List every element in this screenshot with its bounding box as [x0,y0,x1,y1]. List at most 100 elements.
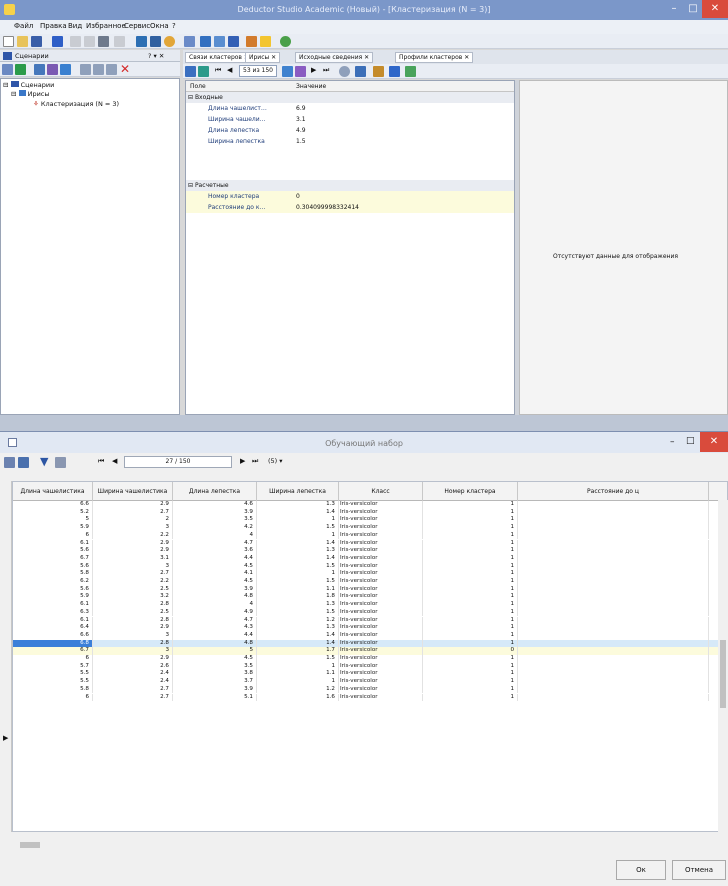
table-cell[interactable]: 1.8 [257,593,339,602]
table-cell[interactable]: 4.9 [173,608,257,617]
table-cell[interactable] [518,631,709,640]
table-cell[interactable]: 1 [423,655,518,663]
table-row[interactable]: 6.1 2.8 4.7 1.2 Iris-versicolor 1 [13,616,727,625]
table-cell[interactable]: 1 [423,639,518,648]
table-cell[interactable]: 3 [93,631,173,640]
table-cell[interactable]: 6 [13,531,93,540]
table-row[interactable]: 5.8 2.7 3.9 1.2 Iris-versicolor 1 [13,685,727,694]
table-cell[interactable]: 0 [423,647,518,655]
table-cell[interactable]: Iris-versicolor [339,647,423,655]
view-grid-icon[interactable] [185,66,196,77]
table-cell[interactable]: 5.6 [13,585,93,594]
table-cell[interactable] [518,531,709,540]
table-cell[interactable]: 2.4 [93,678,173,686]
delete-icon[interactable]: ✕ [120,62,130,76]
table-cell[interactable]: 5.5 [13,670,93,679]
table-cell[interactable] [518,601,709,609]
table-cell[interactable]: 3 [93,647,173,655]
table-cell[interactable]: 6.1 [13,616,93,625]
table-cell[interactable] [518,624,709,632]
prop-row[interactable]: Ширина лепестка 1.5 [186,136,514,147]
export-icon[interactable] [34,64,45,75]
table-cell[interactable]: 2 [93,516,173,525]
filter-icon[interactable] [80,64,91,75]
prop-row[interactable]: Номер кластера 0 [186,191,514,202]
table-cell[interactable]: 1 [423,670,518,679]
scrollbar-thumb[interactable] [720,640,726,708]
table-cell[interactable] [518,647,709,655]
table-row[interactable]: 5.2 2.7 3.9 1.4 Iris-versicolor 1 [13,508,727,517]
import-icon[interactable] [15,64,26,75]
table-cell[interactable]: 1 [423,593,518,602]
table-cell[interactable] [518,578,709,586]
open-icon[interactable] [17,36,28,47]
search-icon[interactable] [339,66,350,77]
table-cell[interactable]: 1.4 [257,508,339,517]
table-cell[interactable]: 1 [423,631,518,640]
column-header[interactable]: Класс [339,482,423,501]
table-cell[interactable]: 3.9 [173,585,257,594]
position-field[interactable]: 27 / 150 [124,456,232,468]
menu-help[interactable]: ? [172,22,176,30]
find-icon[interactable] [114,36,125,47]
table-row[interactable]: 6.7 3.1 4.4 1.4 Iris-versicolor 1 [13,554,727,563]
table-cell[interactable]: 1.5 [257,655,339,663]
vertical-scrollbar[interactable] [718,500,728,832]
table-cell[interactable]: 6.8 [13,639,93,648]
table-cell[interactable] [518,685,709,694]
table-row[interactable]: 6.7 3 5 1.7 Iris-versicolor 0 [13,647,727,655]
menu-edit[interactable]: Правка [40,22,67,30]
settings-icon[interactable] [373,66,384,77]
process-icon[interactable] [47,64,58,75]
ok-button[interactable]: Ок [616,860,666,880]
table-cell[interactable]: 3 [93,562,173,571]
column-header[interactable]: Ширина чашелистика [93,482,173,501]
prev-button[interactable]: ◀ [112,457,117,465]
table-cell[interactable]: 1.1 [257,670,339,679]
menu-service[interactable]: Сервис [124,22,150,30]
table-cell[interactable]: 3.9 [173,508,257,517]
table-cell[interactable]: 5.8 [13,570,93,578]
table-cell[interactable]: 1.4 [257,539,339,548]
table-cell[interactable]: 2.6 [93,662,173,671]
table-row[interactable]: 5.6 3 4.5 1.5 Iris-versicolor 1 [13,562,727,571]
table-cell[interactable]: 2.2 [93,578,173,586]
table-cell[interactable]: 6.4 [13,624,93,632]
table-row[interactable]: 6 2.7 5.1 1.6 Iris-versicolor 1 [13,693,727,702]
table-row[interactable]: 6.1 2.8 4 1.3 Iris-versicolor 1 [13,601,727,609]
table-cell[interactable]: Iris-versicolor [339,578,423,586]
first-record-button[interactable]: ⏮ [215,66,221,75]
table-cell[interactable] [518,670,709,679]
prop-row[interactable]: Расстояние до к… 0.304099998332414 [186,202,514,213]
table-cell[interactable] [518,678,709,686]
add-icon[interactable] [2,64,13,75]
table-cell[interactable]: 3.2 [93,593,173,602]
table-cell[interactable]: 1 [423,554,518,563]
table-cell[interactable]: 1 [423,678,518,686]
table-cell[interactable]: Iris-versicolor [339,616,423,625]
table-cell[interactable]: Iris-versicolor [339,685,423,694]
table-cell[interactable]: 5.1 [173,693,257,702]
panel-controls[interactable]: ? ▾ ✕ [148,52,164,60]
table-cell[interactable]: 1.1 [257,585,339,594]
table-cell[interactable] [518,639,709,648]
table-cell[interactable]: 1.5 [257,524,339,532]
edit-icon[interactable] [295,66,306,77]
tab-source-data[interactable]: Исходные сведения ✕ [295,52,374,63]
table-cell[interactable]: Iris-versicolor [339,639,423,648]
table-cell[interactable]: 2.5 [93,608,173,617]
cancel-button[interactable]: Отмена [672,860,726,880]
table-cell[interactable]: 4.1 [173,570,257,578]
table-cell[interactable] [518,662,709,671]
table-cell[interactable]: 2.8 [93,601,173,609]
chart-icon[interactable] [150,36,161,47]
table-cell[interactable]: Iris-versicolor [339,516,423,525]
last-button[interactable]: ⏭ [252,457,258,466]
table-cell[interactable]: 6.6 [13,631,93,640]
table-cell[interactable]: 4.4 [173,631,257,640]
table-cell[interactable]: 6.3 [13,608,93,617]
table-cell[interactable]: 1.5 [257,608,339,617]
table-cell[interactable]: 2.7 [93,570,173,578]
tab-iris[interactable]: Ирисы ✕ [245,52,281,63]
table-cell[interactable]: 1 [423,608,518,617]
